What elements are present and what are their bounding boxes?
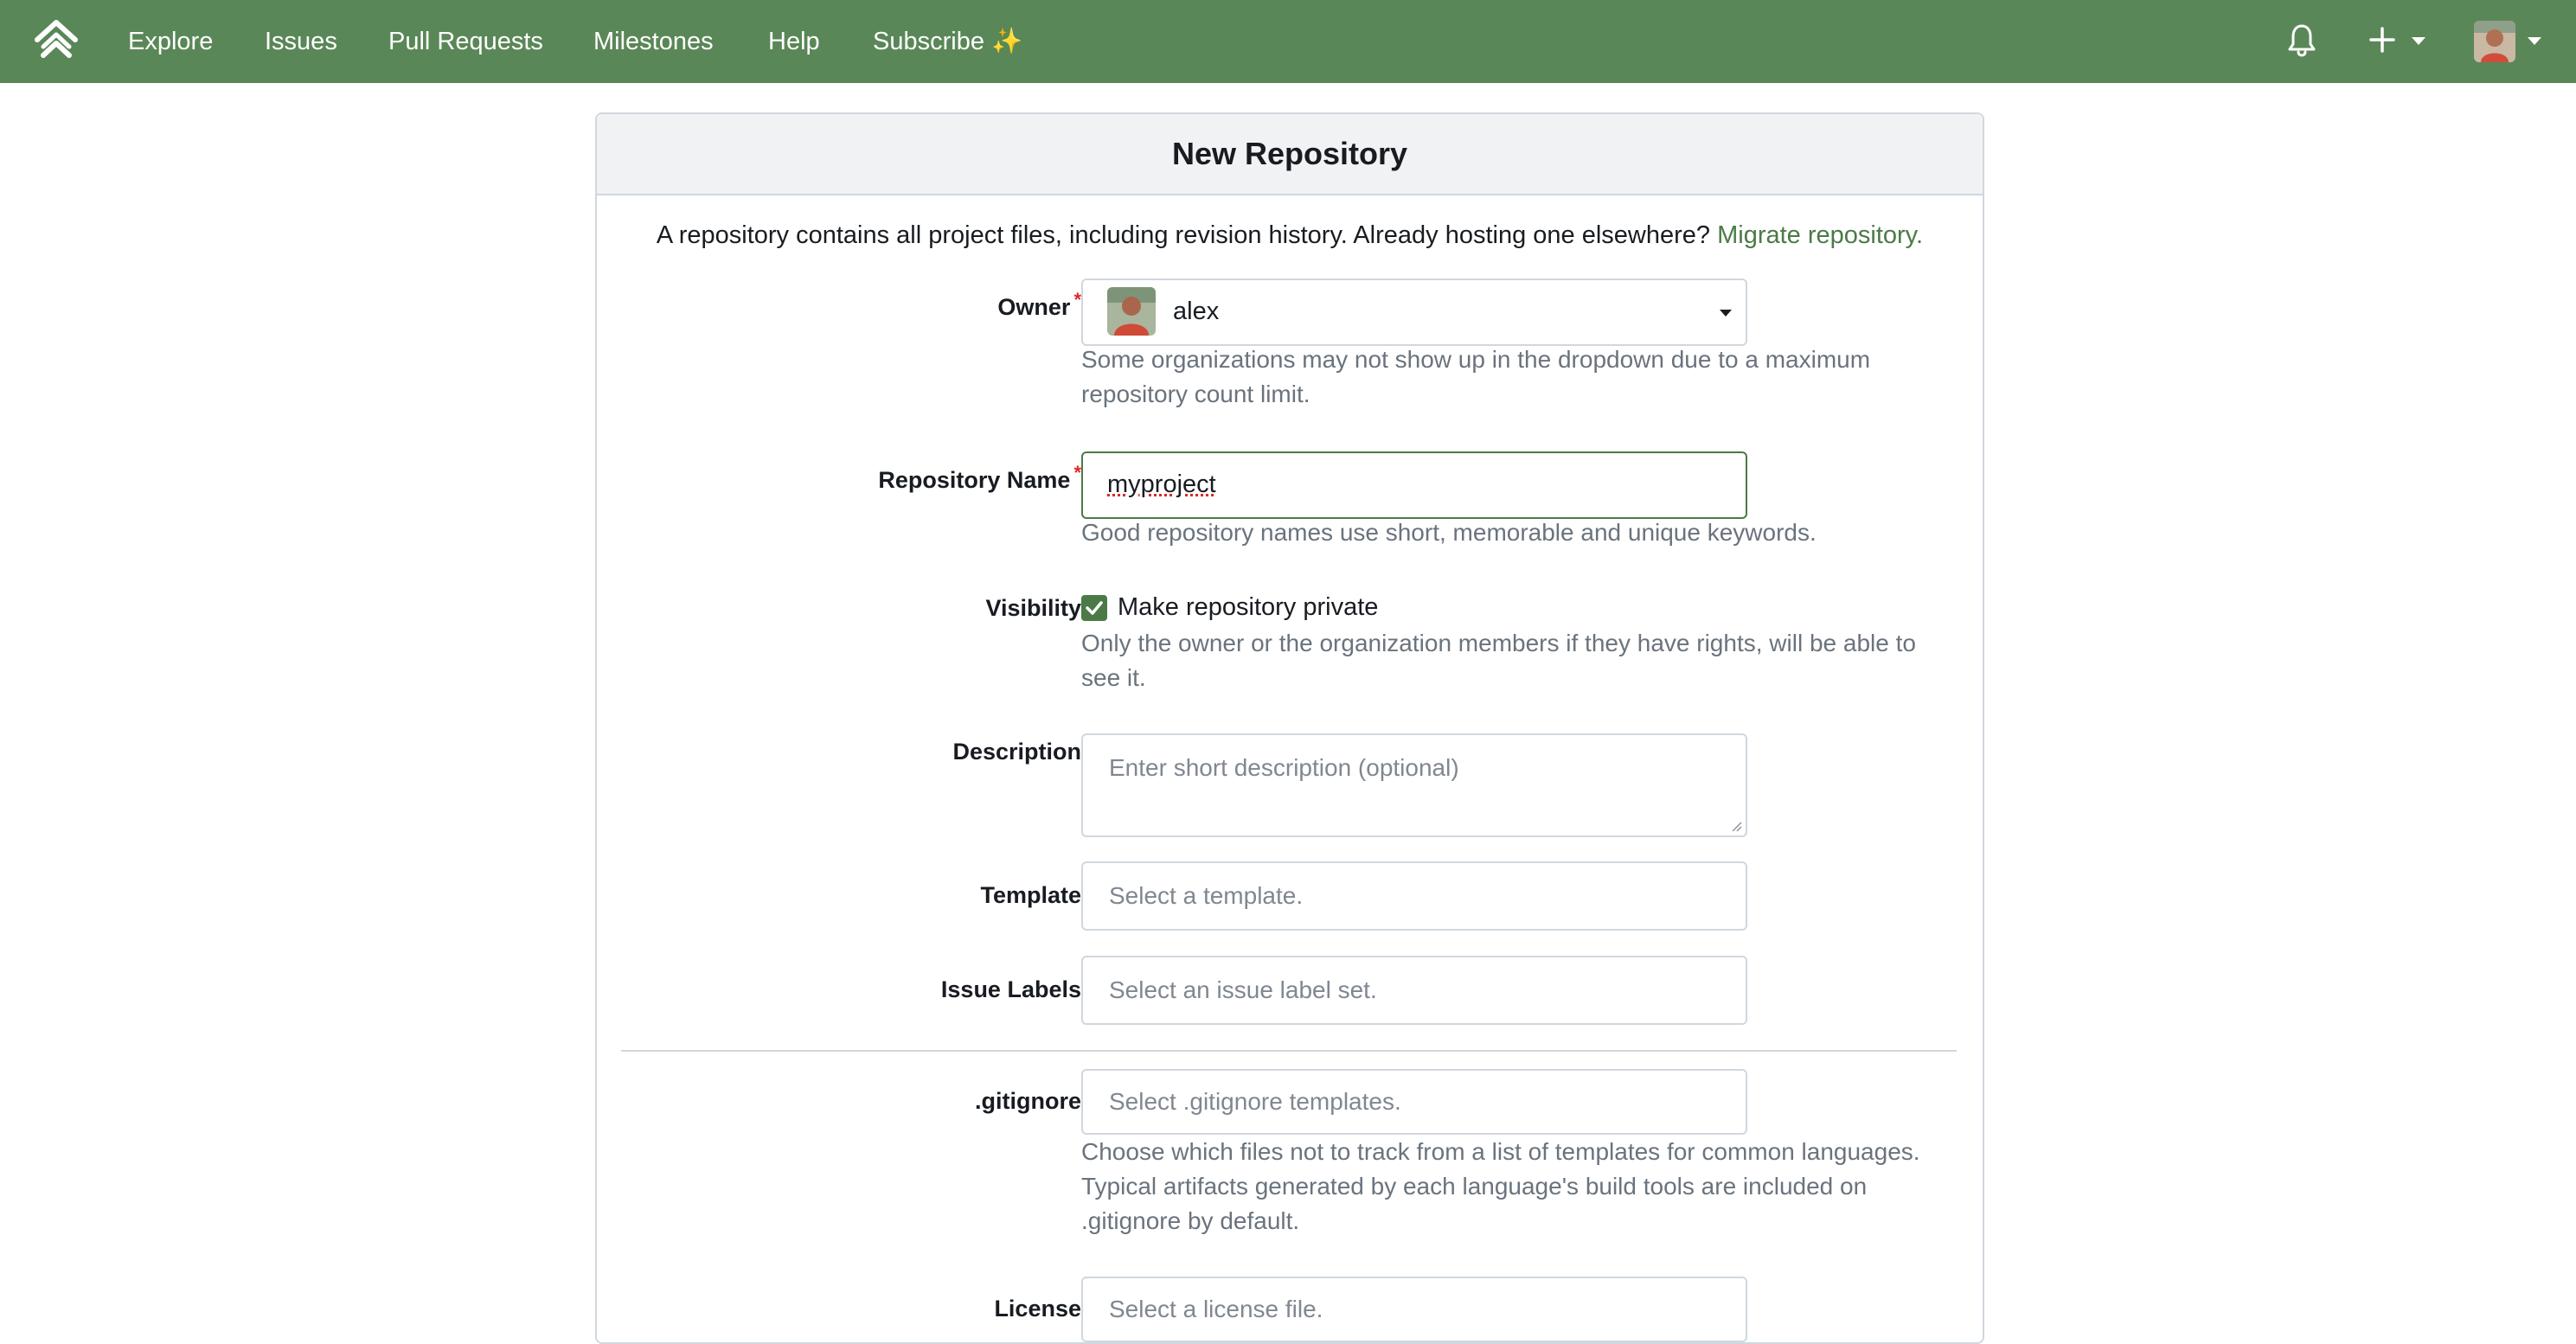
nav-help[interactable]: Help bbox=[768, 0, 820, 83]
owner-label: Owner * bbox=[997, 289, 1081, 320]
required-asterisk: * bbox=[1073, 462, 1081, 483]
repo-name-value: myproject bbox=[1107, 470, 1216, 498]
new-repository-form: New Repository A repository contains all… bbox=[595, 112, 1984, 1344]
owner-help: Some organizations may not show up in th… bbox=[1081, 346, 1871, 407]
owner-dropdown-caret-icon bbox=[1720, 310, 1732, 317]
gitignore-help: Choose which files not to track from a l… bbox=[1081, 1138, 1920, 1234]
plus-icon[interactable] bbox=[2368, 26, 2396, 54]
description-label: Description bbox=[952, 739, 1081, 765]
issue-labels-label: Issue Labels bbox=[940, 976, 1081, 1002]
repo-name-input[interactable]: myproject bbox=[1081, 451, 1747, 519]
user-avatar[interactable] bbox=[2474, 21, 2515, 62]
avatar-image-icon bbox=[2474, 21, 2515, 62]
home-logo-icon[interactable] bbox=[33, 17, 80, 64]
nav-explore[interactable]: Explore bbox=[128, 0, 213, 83]
repo-name-label: Repository Name * bbox=[878, 462, 1081, 493]
private-checkbox[interactable] bbox=[1081, 595, 1107, 621]
description-placeholder: Enter short description (optional) bbox=[1109, 754, 1459, 781]
bell-icon[interactable] bbox=[2287, 22, 2316, 57]
nav-issues[interactable]: Issues bbox=[265, 0, 337, 83]
repo-name-help: Good repository names use short, memorab… bbox=[1081, 519, 1817, 546]
checkmark-icon bbox=[1086, 601, 1103, 615]
nav-pull-requests[interactable]: Pull Requests bbox=[388, 0, 543, 83]
nav-milestones[interactable]: Milestones bbox=[593, 0, 714, 83]
resize-handle-icon[interactable] bbox=[1730, 820, 1742, 832]
template-label: Template bbox=[980, 882, 1081, 908]
migrate-repository-link[interactable]: Migrate repository. bbox=[1717, 221, 1923, 249]
gitignore-label: .gitignore bbox=[975, 1088, 1081, 1114]
license-dropdown[interactable]: Select a license file. bbox=[1081, 1277, 1747, 1342]
intro-text: A repository contains all project files,… bbox=[656, 221, 1924, 249]
issue-labels-placeholder: Select an issue label set. bbox=[1109, 976, 1377, 1003]
gitignore-dropdown[interactable]: Select .gitignore templates. bbox=[1081, 1069, 1747, 1135]
visibility-label: Visibility bbox=[985, 595, 1081, 621]
owner-avatar bbox=[1107, 287, 1156, 336]
owner-value: alex bbox=[1173, 298, 1220, 325]
owner-dropdown[interactable]: alex bbox=[1081, 278, 1747, 346]
description-textarea[interactable]: Enter short description (optional) bbox=[1081, 733, 1747, 837]
nav-subscribe[interactable]: Subscribe ✨ bbox=[873, 0, 1022, 83]
gitignore-placeholder: Select .gitignore templates. bbox=[1109, 1088, 1401, 1115]
issue-labels-dropdown[interactable]: Select an issue label set. bbox=[1081, 956, 1747, 1025]
private-checkbox-label[interactable]: Make repository private bbox=[1118, 593, 1378, 622]
required-asterisk: * bbox=[1073, 289, 1081, 310]
owner-avatar-image-icon bbox=[1107, 287, 1156, 336]
template-placeholder: Select a template. bbox=[1109, 882, 1304, 909]
section-divider bbox=[621, 1050, 1957, 1052]
license-placeholder: Select a license file. bbox=[1109, 1296, 1323, 1322]
plus-dropdown-caret-icon[interactable] bbox=[2412, 37, 2425, 45]
visibility-help: Only the owner or the organization membe… bbox=[1081, 630, 1916, 691]
license-label: License bbox=[994, 1296, 1081, 1322]
template-dropdown[interactable]: Select a template. bbox=[1081, 861, 1747, 931]
navbar: Explore Issues Pull Requests Milestones … bbox=[0, 0, 2576, 83]
user-menu-caret-icon[interactable] bbox=[2528, 37, 2541, 45]
page-title: New Repository bbox=[597, 114, 1983, 195]
